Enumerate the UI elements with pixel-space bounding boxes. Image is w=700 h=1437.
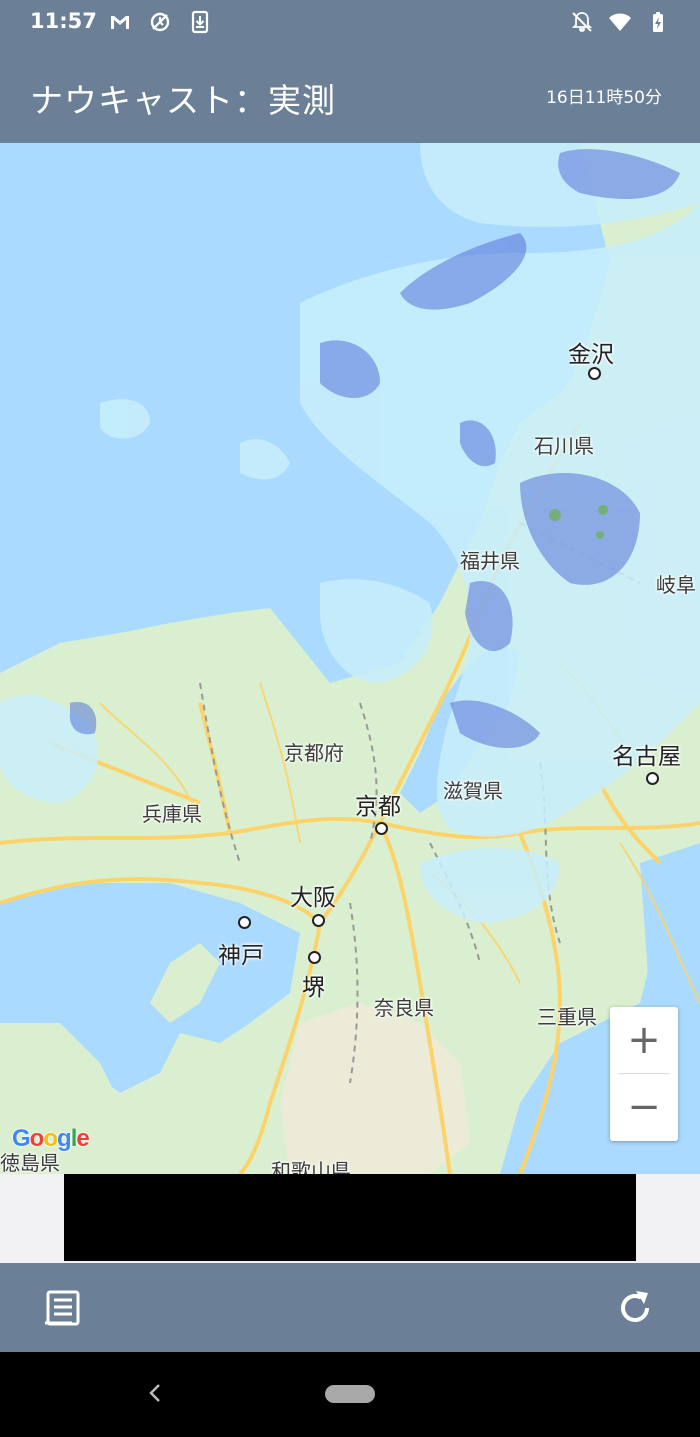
status-icons-right — [570, 10, 670, 34]
map-label-osaka: 大阪 — [290, 885, 336, 911]
map-label-kyoto: 京都 — [355, 794, 401, 820]
map-label-nara: 奈良県 — [374, 996, 434, 1020]
wifi-icon — [609, 13, 631, 31]
map-label-mie: 三重県 — [537, 1005, 597, 1029]
google-logo-letter: G — [12, 1125, 31, 1152]
status-icons-left — [108, 10, 212, 34]
google-logo-text: Google — [12, 1125, 90, 1152]
city-dot-nagoya — [646, 772, 659, 785]
bottom-toolbar — [0, 1263, 700, 1352]
city-dot-kyoto — [375, 822, 388, 835]
map-label-kyoto-pref: 京都府 — [284, 741, 344, 765]
zoom-in-button[interactable]: + — [610, 1007, 678, 1073]
city-dot-kobe — [238, 916, 251, 929]
map-label-kobe: 神戸 — [218, 943, 264, 969]
refresh-icon[interactable] — [614, 1287, 656, 1329]
google-logo-letter: o — [29, 1125, 45, 1152]
notifications-off-icon — [571, 12, 593, 32]
observation-timestamp: 16日11時50分 — [546, 88, 662, 108]
map-label-nagoya: 名古屋 — [612, 744, 681, 770]
map-label-gifu: 岐阜 — [656, 573, 696, 597]
map-label-sakai: 堺 — [302, 975, 325, 1001]
ad-strip — [0, 1174, 700, 1263]
download-icon — [191, 10, 209, 34]
map-label-fukui: 福井県 — [460, 549, 520, 573]
page-title: ナウキャスト：実測 — [30, 81, 336, 120]
map-label-kanazawa: 金沢 — [568, 342, 614, 368]
home-pill[interactable] — [325, 1385, 375, 1403]
google-attribution: Google — [12, 1125, 90, 1153]
status-time: 11:57 — [30, 9, 97, 33]
status-bar: 11:57 — [0, 0, 700, 44]
battery-charging-icon — [653, 12, 663, 32]
map-label-ishikawa: 石川県 — [534, 434, 594, 458]
zoom-controls: + − — [610, 1007, 678, 1141]
gmail-icon — [111, 16, 129, 29]
sync-off-icon — [150, 12, 170, 32]
back-icon[interactable] — [142, 1380, 168, 1406]
zoom-out-button[interactable]: − — [610, 1074, 678, 1140]
map-label-shiga: 滋賀県 — [443, 779, 503, 803]
city-dot-kanazawa — [588, 367, 601, 380]
city-dot-osaka — [312, 914, 325, 927]
list-icon[interactable] — [42, 1287, 84, 1329]
google-logo-letter: e — [76, 1125, 89, 1152]
map-label-wakayama: 和歌山県 — [271, 1159, 351, 1174]
rain-map[interactable]: 金沢 石川県 福井県 岐阜 京都府 名古屋 滋賀県 京都 兵庫県 大阪 神戸 堺… — [0, 143, 700, 1174]
ad-banner[interactable] — [64, 1174, 636, 1261]
google-logo-letter: o — [43, 1125, 58, 1152]
app-bar: ナウキャスト：実測 16日11時50分 — [0, 44, 700, 143]
map-label-hyogo: 兵庫県 — [142, 802, 202, 826]
city-dot-sakai — [308, 951, 321, 964]
google-logo-letter: g — [57, 1125, 72, 1152]
